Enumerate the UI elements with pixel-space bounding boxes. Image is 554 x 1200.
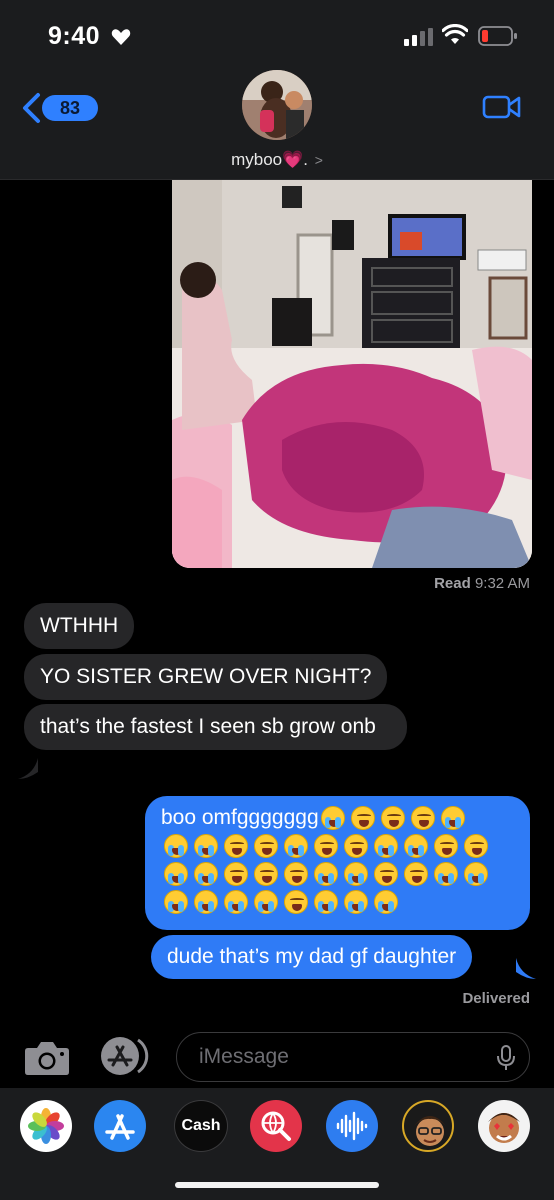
crying-laughing-emoji-icon bbox=[440, 806, 465, 830]
heart-icon bbox=[111, 29, 131, 45]
read-receipt: Read 9:32 AM bbox=[434, 575, 530, 592]
microphone-icon[interactable] bbox=[497, 1045, 515, 1071]
crying-laughing-emoji-icon bbox=[164, 862, 188, 886]
laughing-emoji-icon bbox=[254, 862, 278, 886]
wifi-icon bbox=[442, 24, 468, 44]
message-text: that’s the fastest I seen sb grow onb bbox=[40, 715, 376, 738]
photos-app-icon[interactable] bbox=[20, 1100, 72, 1152]
laughing-emoji-icon bbox=[344, 834, 368, 858]
message-text: WTHHH bbox=[40, 614, 119, 637]
bedroom-photo bbox=[172, 180, 532, 568]
cellular-signal-icon bbox=[404, 28, 433, 46]
animoji-icon[interactable] bbox=[478, 1100, 530, 1152]
image-message[interactable] bbox=[172, 180, 532, 568]
laughing-emoji-icon bbox=[284, 890, 308, 914]
apple-cash-label: Cash bbox=[181, 1117, 221, 1134]
status-time: 9:40 bbox=[48, 22, 101, 50]
contact-name-suffix: 💗. bbox=[282, 150, 308, 169]
laughing-emoji-icon bbox=[224, 834, 248, 858]
imessage-placeholder: iMessage bbox=[199, 1045, 289, 1068]
crying-laughing-emoji-icon bbox=[344, 862, 368, 886]
laughing-emoji-icon bbox=[404, 862, 428, 886]
laughing-emoji-icon bbox=[254, 834, 278, 858]
crying-laughing-emoji-icon bbox=[314, 862, 338, 886]
crying-laughing-emoji-icon bbox=[224, 890, 248, 914]
crying-laughing-emoji-icon bbox=[434, 862, 458, 886]
memoji-stickers-icon[interactable] bbox=[402, 1100, 454, 1152]
imessage-input[interactable]: iMessage bbox=[176, 1032, 530, 1082]
incoming-message-bubble[interactable]: that’s the fastest I seen sb grow onb bbox=[24, 704, 407, 750]
laughing-emoji-icon bbox=[284, 862, 308, 886]
laughing-emoji-icon bbox=[410, 806, 435, 830]
contact-name-button[interactable]: myboo💗. > bbox=[0, 150, 554, 170]
crying-laughing-emoji-icon bbox=[464, 862, 488, 886]
back-button[interactable]: 83 bbox=[20, 90, 98, 126]
apple-cash-icon[interactable]: Cash bbox=[174, 1100, 228, 1152]
emoji-grid bbox=[161, 832, 491, 916]
camera-icon[interactable] bbox=[24, 1040, 70, 1076]
bubble-tail bbox=[516, 958, 536, 979]
crying-laughing-emoji-icon bbox=[254, 890, 278, 914]
crying-laughing-emoji-icon bbox=[284, 834, 308, 858]
audio-message-icon[interactable] bbox=[326, 1100, 378, 1152]
avatar-photo bbox=[242, 70, 312, 140]
crying-laughing-emoji-icon bbox=[320, 806, 345, 830]
crying-laughing-emoji-icon bbox=[314, 890, 338, 914]
crying-laughing-emoji-icon bbox=[374, 890, 398, 914]
crying-laughing-emoji-icon bbox=[194, 862, 218, 886]
facetime-video-icon[interactable] bbox=[482, 93, 522, 121]
app-store-apps-icon[interactable] bbox=[96, 1036, 152, 1076]
laughing-emoji-icon bbox=[464, 834, 488, 858]
crying-laughing-emoji-icon bbox=[194, 834, 218, 858]
laughing-emoji-icon bbox=[350, 806, 375, 830]
delivered-status: Delivered bbox=[462, 990, 530, 1007]
incoming-message-bubble[interactable]: WTHHH bbox=[24, 603, 135, 649]
message-text: dude that’s my dad gf daughter bbox=[167, 945, 457, 968]
incoming-message-bubble[interactable]: YO SISTER GREW OVER NIGHT? bbox=[24, 654, 388, 700]
outgoing-message-bubble[interactable]: boo omfggggggg bbox=[145, 796, 530, 930]
laughing-emoji-icon bbox=[314, 834, 338, 858]
bubble-tail bbox=[18, 758, 38, 779]
crying-laughing-emoji-icon bbox=[194, 890, 218, 914]
crying-laughing-emoji-icon bbox=[404, 834, 428, 858]
battery-icon bbox=[478, 26, 517, 46]
app-store-icon[interactable] bbox=[94, 1100, 146, 1152]
crying-laughing-emoji-icon bbox=[344, 890, 368, 914]
message-text: YO SISTER GREW OVER NIGHT? bbox=[40, 665, 372, 688]
crying-laughing-emoji-icon bbox=[164, 834, 188, 858]
contact-avatar[interactable] bbox=[242, 70, 312, 140]
contact-name: myboo bbox=[231, 150, 283, 169]
web-search-images-icon[interactable] bbox=[250, 1100, 302, 1152]
crying-laughing-emoji-icon bbox=[164, 890, 188, 914]
laughing-emoji-icon bbox=[374, 862, 398, 886]
laughing-emoji-icon bbox=[434, 834, 458, 858]
read-label: Read bbox=[434, 575, 471, 592]
message-text: boo omfggggggg bbox=[161, 806, 319, 829]
outgoing-message-bubble[interactable]: dude that’s my dad gf daughter bbox=[151, 935, 473, 979]
chevron-right-icon: > bbox=[314, 152, 323, 168]
conversation-header: 9:40 83 myboo💗. > bbox=[0, 0, 554, 180]
chevron-left-icon bbox=[23, 93, 40, 123]
unread-count-badge: 83 bbox=[42, 95, 98, 121]
read-time: 9:32 AM bbox=[474, 575, 530, 592]
home-indicator[interactable] bbox=[175, 1182, 379, 1188]
crying-laughing-emoji-icon bbox=[374, 834, 398, 858]
laughing-emoji-icon bbox=[224, 862, 248, 886]
laughing-emoji-icon bbox=[380, 806, 405, 830]
